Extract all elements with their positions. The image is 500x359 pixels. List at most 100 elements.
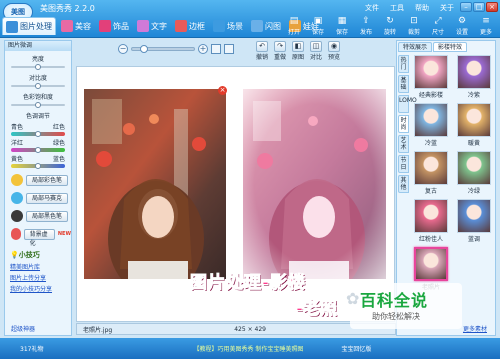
tool-button[interactable]: 局部黑色笔 — [26, 210, 69, 222]
actual-size-icon[interactable] — [224, 44, 234, 54]
status-left[interactable]: 317礼物 — [20, 344, 43, 353]
close-button[interactable]: × — [486, 2, 498, 12]
brush-icon — [11, 228, 21, 240]
effect-thumbnail[interactable]: 冷绿 — [454, 151, 494, 195]
tool-button[interactable]: 局部马赛克 — [26, 192, 69, 204]
more-icon: ≡ — [482, 16, 490, 26]
main-toolbar: ▤ 打开 ▣ 保存 ▦ 保存 ⇪ 发布 ↻ 旋转 ⊡ 裁剪 ⤢ 尺寸 ⚙ 设置 ≡ 更多 — [284, 15, 496, 36]
toolbar-save-button[interactable]: ▣ 保存 — [308, 15, 328, 36]
effect-thumbnail[interactable]: 红粉佳人 — [411, 199, 451, 243]
toolbar-label: 设置 — [455, 29, 468, 36]
save-icon: ▣ — [313, 16, 323, 26]
effects-category-tab[interactable]: 节日 — [398, 155, 409, 173]
toolbar-crop-button[interactable]: ⊡ 裁剪 — [404, 15, 424, 36]
effects-tab[interactable]: 特效展示 — [398, 42, 433, 52]
tool-row: 背景虚化 NEW — [11, 228, 71, 247]
slider-knob[interactable] — [35, 102, 41, 108]
toolbar-more-button[interactable]: ≡ 更多 — [476, 15, 496, 36]
toolbar-upload-button[interactable]: ⇪ 发布 — [356, 15, 376, 36]
effects-category-tab[interactable]: 艺术 — [398, 135, 409, 153]
effect-preview[interactable] — [414, 103, 448, 137]
tool-button[interactable]: 局部彩色笔 — [26, 174, 69, 186]
edit-tool-button[interactable]: ◉ 预览 — [326, 41, 342, 61]
delete-photo-icon[interactable]: × — [218, 86, 227, 95]
effect-thumbnail[interactable]: 经典影楼 — [411, 55, 451, 99]
scene-icon — [213, 20, 225, 32]
effect-preview[interactable] — [414, 55, 448, 89]
tab-label: 美容 — [75, 21, 91, 31]
flash-icon — [251, 20, 263, 32]
effect-preview[interactable] — [414, 247, 448, 281]
effect-preview[interactable] — [457, 103, 491, 137]
effect-preview[interactable] — [457, 199, 491, 233]
effect-thumbnail[interactable]: 复古 — [411, 151, 451, 195]
menu-file[interactable]: 文件 — [365, 3, 379, 13]
color-balance-slider[interactable] — [11, 147, 65, 153]
tab-scene[interactable]: 场景 — [210, 17, 246, 35]
effects-tab[interactable]: 影楼特效 — [433, 42, 468, 52]
edit-tool-button[interactable]: ↷ 重做 — [272, 41, 288, 61]
tip-link[interactable]: 精美图片库 — [10, 262, 71, 271]
app-title: 美图秀秀 2.2.0 — [40, 4, 95, 13]
tip-link[interactable]: 图片上传分享 — [10, 273, 71, 282]
tab-flash[interactable]: 闪图 — [248, 17, 284, 35]
adjust-slider[interactable] — [11, 83, 65, 89]
color-balance-slider[interactable] — [11, 131, 65, 137]
tab-image-edit[interactable]: 图片处理 — [2, 17, 56, 35]
more-materials-link[interactable]: 更多素材 — [463, 324, 487, 333]
fit-window-icon[interactable] — [211, 44, 221, 54]
toolbar-rotate-button[interactable]: ↻ 旋转 — [380, 15, 400, 36]
effect-thumbnail[interactable]: 蓝调 — [454, 199, 494, 243]
effect-label: 经典影楼 — [418, 92, 443, 99]
toolbar-label: 保存 — [335, 29, 348, 36]
slider-knob[interactable] — [35, 147, 41, 153]
slider-knob[interactable] — [35, 64, 41, 70]
menu-tools[interactable]: 工具 — [390, 3, 404, 13]
effects-category-tab[interactable]: 热门 — [398, 55, 409, 73]
effect-preview[interactable] — [414, 151, 448, 185]
tab-beauty[interactable]: 美容 — [58, 17, 94, 35]
edit-tool-icon: ↶ — [256, 41, 268, 52]
edit-tool-button[interactable]: ◫ 对比 — [308, 41, 324, 61]
zoom-out-button[interactable]: − — [118, 44, 128, 54]
effects-category-tab[interactable]: 其他 — [398, 175, 409, 193]
adjust-slider[interactable] — [11, 64, 65, 70]
slider-knob[interactable] — [35, 83, 41, 89]
effect-thumbnail[interactable]: 冷紫 — [454, 55, 494, 99]
toolbar-save-as-button[interactable]: ▦ 保存 — [332, 15, 352, 36]
tab-heart[interactable]: 饰品 — [96, 17, 132, 35]
tab-frame[interactable]: 边框 — [172, 17, 208, 35]
effects-category-tab[interactable]: LOMO — [398, 95, 417, 113]
zoom-slider-knob[interactable] — [140, 45, 148, 53]
toolbar-folder-button[interactable]: ▤ 打开 — [284, 15, 304, 36]
tip-link[interactable]: 我的小技巧分享 — [10, 284, 71, 293]
color-balance-slider[interactable] — [11, 163, 65, 169]
effects-category-tab[interactable]: 基础 — [398, 75, 409, 93]
edit-tool-button[interactable]: ↶ 撤销 — [254, 41, 270, 61]
tab-label: 图片处理 — [20, 22, 52, 31]
status-news-link[interactable]: 【教程】巧用美图秀秀 制作宝宝睡美照图 — [193, 344, 303, 353]
slider-knob[interactable] — [35, 163, 41, 169]
menu-about[interactable]: 关于 — [440, 3, 454, 13]
tool-button[interactable]: 背景虚化 — [23, 228, 55, 247]
effect-preview[interactable] — [457, 55, 491, 89]
effect-preview[interactable] — [457, 151, 491, 185]
tab-text[interactable]: 文字 — [134, 17, 170, 35]
toolbar-label: 发布 — [359, 29, 372, 36]
share-link[interactable]: 超级神器 — [11, 324, 35, 333]
toolbar-gear-button[interactable]: ⚙ 设置 — [452, 15, 472, 36]
effect-thumbnail[interactable]: 冷蓝 — [411, 103, 451, 147]
minimize-button[interactable]: – — [460, 2, 472, 12]
effects-category-tab[interactable]: 时尚 — [398, 115, 409, 133]
toolbar-resize-button[interactable]: ⤢ 尺寸 — [428, 15, 448, 36]
status-right[interactable]: 宝宝回忆版 — [341, 344, 371, 353]
zoom-slider[interactable] — [131, 45, 195, 53]
edit-tool-button[interactable]: ◧ 原图 — [290, 41, 306, 61]
effect-preview[interactable] — [414, 199, 448, 233]
slider-knob[interactable] — [35, 131, 41, 137]
zoom-in-button[interactable]: + — [198, 44, 208, 54]
menu-help[interactable]: 帮助 — [415, 3, 429, 13]
maximize-button[interactable]: □ — [473, 2, 485, 12]
adjust-slider[interactable] — [11, 102, 65, 108]
effect-thumbnail[interactable]: 暖黄 — [454, 103, 494, 147]
